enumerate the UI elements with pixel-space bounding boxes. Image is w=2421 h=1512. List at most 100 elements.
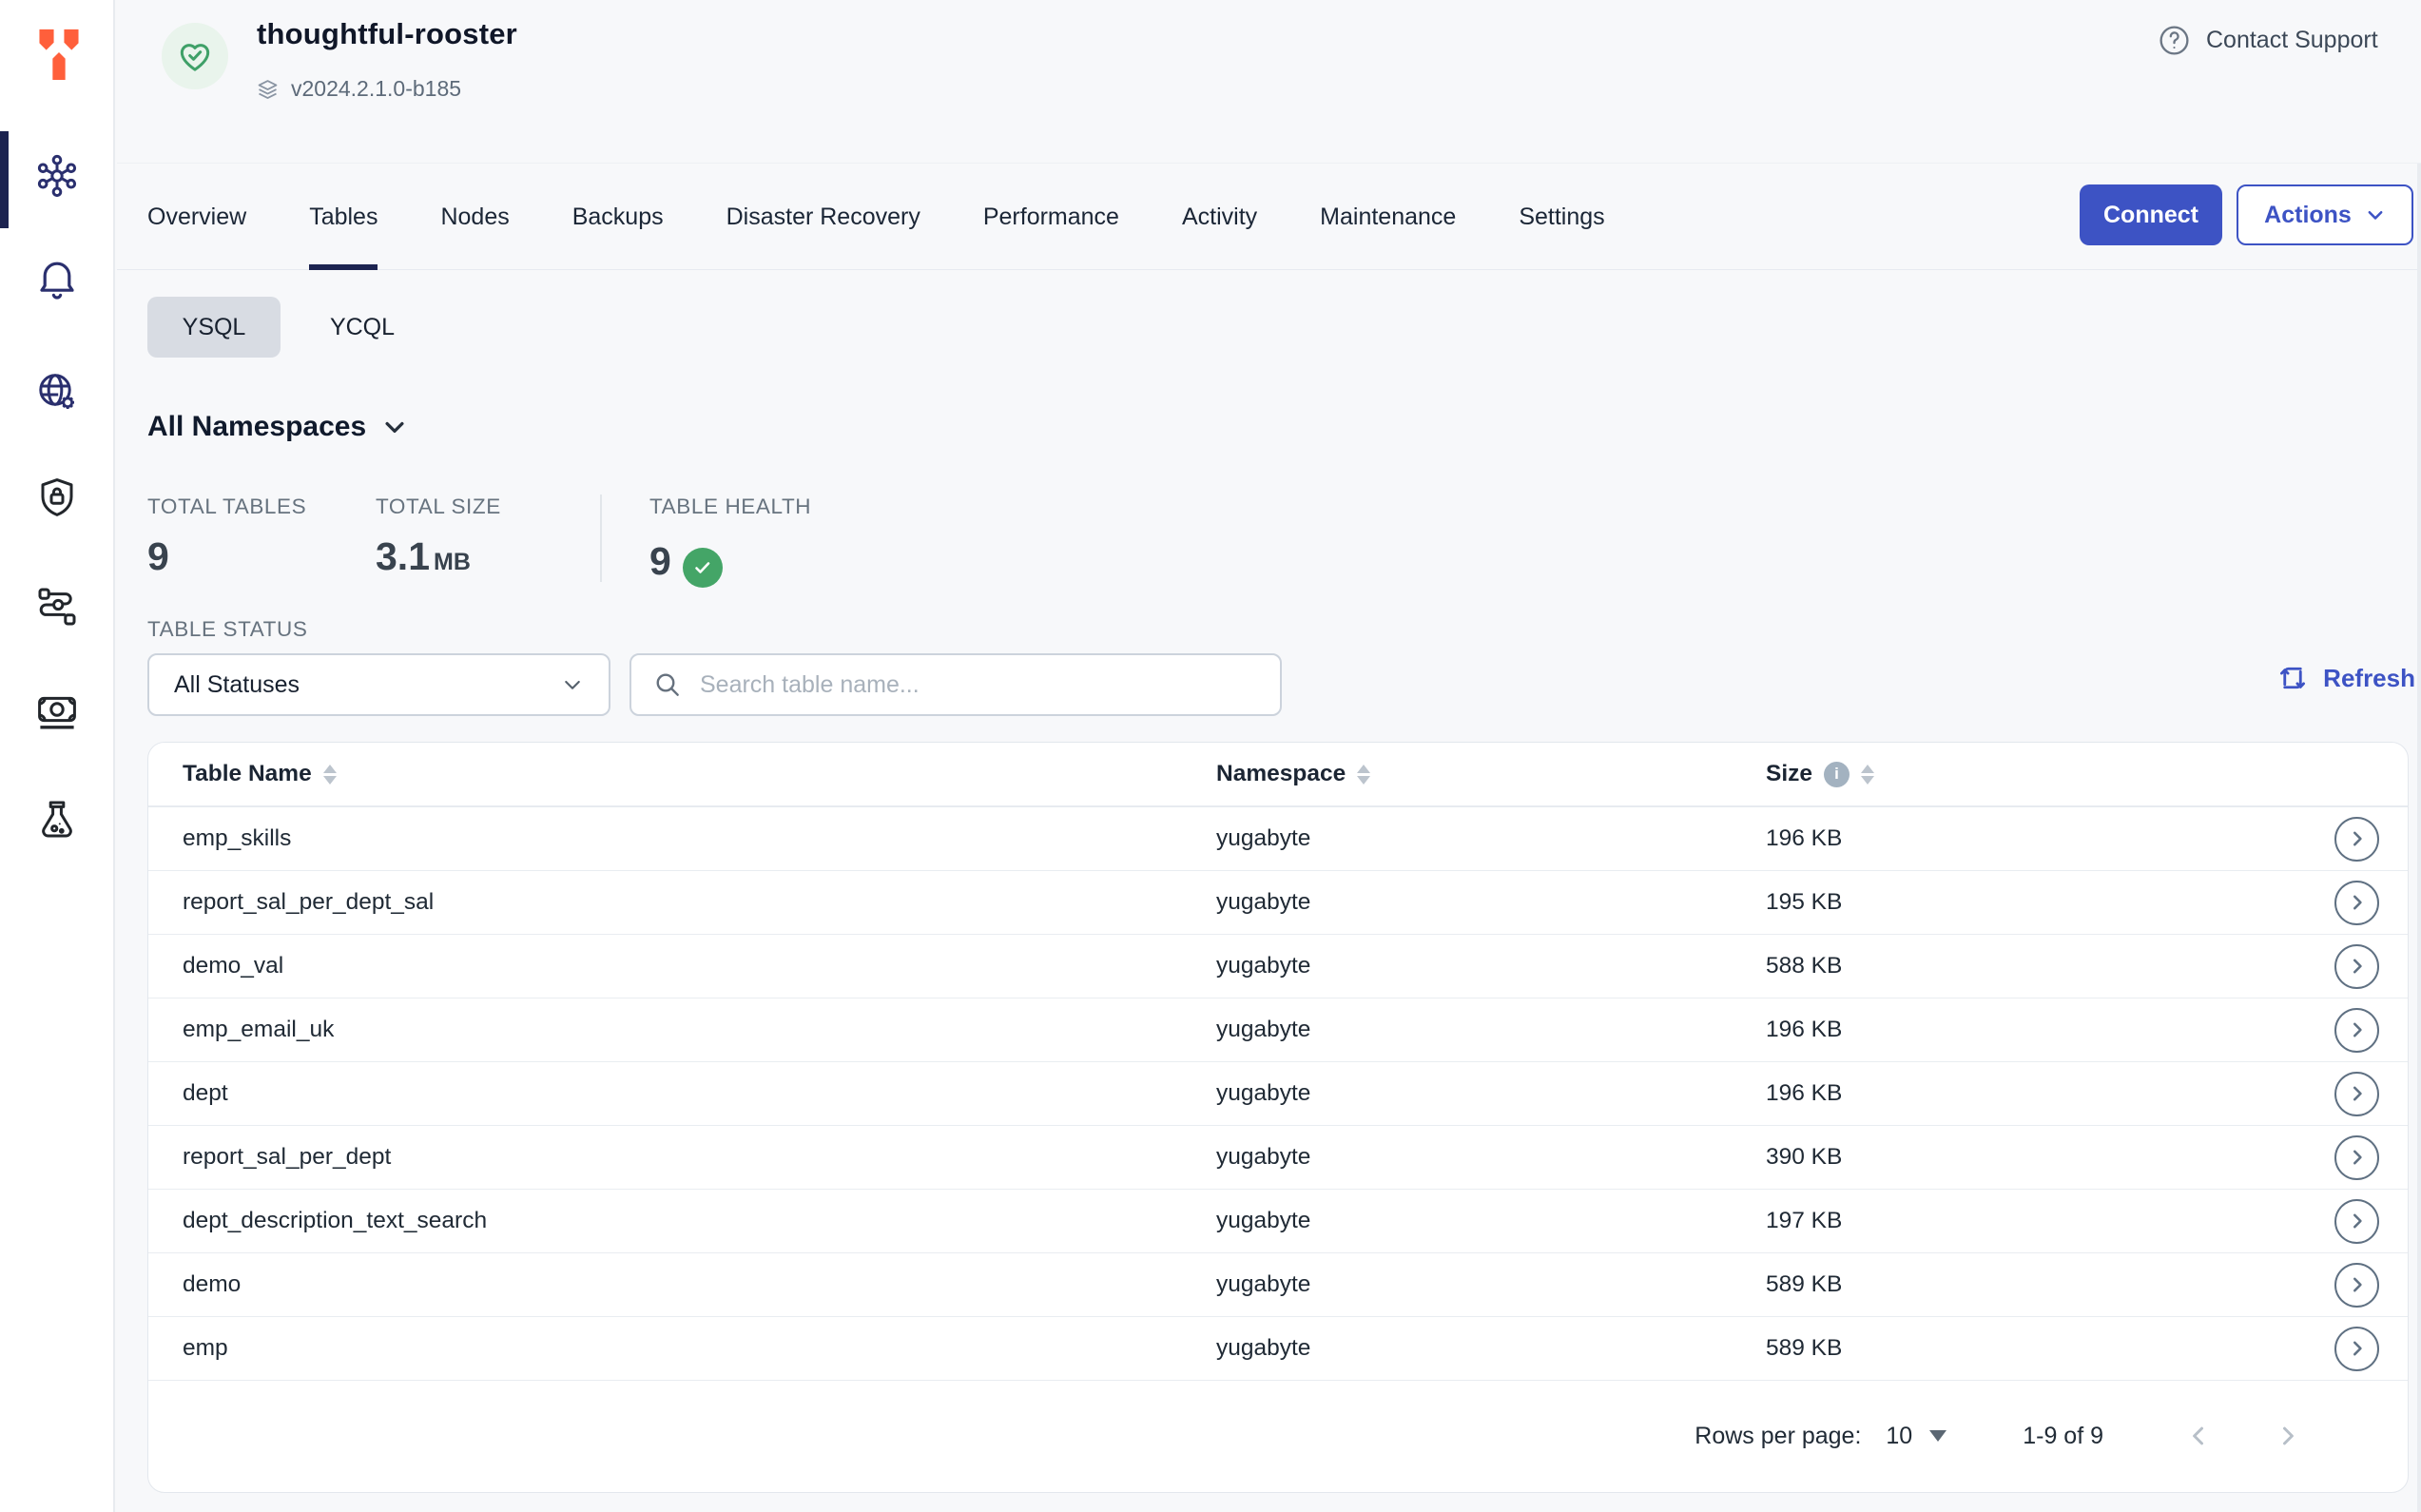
sidebar-item-integrations[interactable]	[0, 563, 113, 650]
shield-lock-icon	[34, 475, 80, 520]
column-header-namespace[interactable]: Namespace	[1216, 761, 1766, 787]
bell-icon	[34, 257, 80, 302]
globe-gear-icon	[34, 369, 80, 415]
cell-namespace: yugabyte	[1216, 1080, 1766, 1107]
rows-per-page-label: Rows per page:	[1695, 1423, 1861, 1450]
cell-size: 588 KB	[1766, 953, 2265, 979]
row-chevron-right-icon[interactable]	[2334, 1072, 2379, 1116]
namespace-dropdown-label: All Namespaces	[147, 411, 366, 443]
sort-icon[interactable]	[323, 765, 337, 785]
namespace-dropdown[interactable]: All Namespaces	[147, 411, 408, 443]
sort-icon[interactable]	[1861, 765, 1874, 785]
table-row[interactable]: emp_skills yugabyte 196 KB	[148, 807, 2408, 871]
table-status-label: TABLE STATUS	[147, 617, 307, 642]
row-chevron-right-icon[interactable]	[2334, 817, 2379, 862]
actions-button[interactable]: Actions	[2237, 184, 2413, 245]
flask-icon	[34, 797, 80, 843]
table-row[interactable]: dept yugabyte 196 KB	[148, 1062, 2408, 1126]
column-header-size[interactable]: Size i	[1766, 761, 2265, 787]
workflow-icon	[34, 584, 80, 630]
tab-tables[interactable]: Tables	[309, 164, 378, 270]
row-chevron-right-icon[interactable]	[2334, 944, 2379, 989]
cell-size: 196 KB	[1766, 825, 2265, 852]
stat-value: 9	[649, 539, 671, 584]
stat-label: TOTAL SIZE	[376, 494, 600, 519]
tab-maintenance[interactable]: Maintenance	[1320, 164, 1456, 270]
api-toggle: YSQL YCQL	[147, 297, 429, 358]
row-chevron-right-icon[interactable]	[2334, 1199, 2379, 1244]
contact-support-button[interactable]: Contact Support	[2157, 23, 2378, 58]
table-row[interactable]: emp_email_uk yugabyte 196 KB	[148, 998, 2408, 1062]
cluster-health-badge	[162, 23, 228, 89]
stat-total-tables: TOTAL TABLES 9	[147, 494, 376, 588]
status-filter-select[interactable]: All Statuses	[147, 653, 610, 716]
pagination-buttons	[2185, 1423, 2301, 1449]
chevron-down-icon	[381, 414, 408, 440]
stat-label: TOTAL TABLES	[147, 494, 376, 519]
actions-label: Actions	[2264, 202, 2352, 229]
cluster-version: v2024.2.1.0-b185	[255, 76, 461, 102]
tab-nodes[interactable]: Nodes	[440, 164, 509, 270]
cell-namespace: yugabyte	[1216, 825, 1766, 852]
table-row[interactable]: dept_description_text_search yugabyte 19…	[148, 1190, 2408, 1253]
cell-namespace: yugabyte	[1216, 1144, 1766, 1171]
table-row[interactable]: emp yugabyte 589 KB	[148, 1317, 2408, 1381]
row-chevron-right-icon[interactable]	[2334, 1263, 2379, 1308]
yugabyte-logo-icon[interactable]	[31, 25, 87, 84]
scrollbar-track[interactable]	[2417, 164, 2421, 1512]
tab-activity[interactable]: Activity	[1182, 164, 1257, 270]
cell-namespace: yugabyte	[1216, 1335, 1766, 1362]
table-row[interactable]: demo yugabyte 589 KB	[148, 1253, 2408, 1317]
row-chevron-right-icon[interactable]	[2334, 1327, 2379, 1371]
sort-icon[interactable]	[1357, 765, 1370, 785]
rows-per-page-select[interactable]: 10	[1886, 1423, 1946, 1450]
layers-icon	[255, 76, 281, 102]
page-title: thoughtful-rooster	[257, 17, 517, 51]
next-page-button[interactable]	[2275, 1423, 2301, 1449]
chevron-down-icon	[2365, 204, 2386, 225]
table-row[interactable]: report_sal_per_dept yugabyte 390 KB	[148, 1126, 2408, 1190]
sidebar-item-billing[interactable]	[0, 668, 113, 755]
tab-disaster-recovery[interactable]: Disaster Recovery	[726, 164, 920, 270]
tab-backups[interactable]: Backups	[572, 164, 664, 270]
cell-table-name: dept	[183, 1080, 1216, 1107]
sidebar-item-security[interactable]	[0, 454, 113, 541]
sidebar-item-labs[interactable]	[0, 776, 113, 863]
connect-button[interactable]: Connect	[2080, 184, 2222, 245]
health-check-icon	[683, 548, 723, 588]
tab-overview[interactable]: Overview	[147, 164, 246, 270]
column-header-table-name[interactable]: Table Name	[183, 761, 1216, 787]
tab-performance[interactable]: Performance	[983, 164, 1119, 270]
cell-table-name: report_sal_per_dept_sal	[183, 889, 1216, 916]
refresh-button[interactable]: Refresh	[2276, 661, 2415, 695]
cell-table-name: demo	[183, 1271, 1216, 1298]
version-label: v2024.2.1.0-b185	[291, 76, 461, 102]
previous-page-button[interactable]	[2185, 1423, 2212, 1449]
cell-table-name: demo_val	[183, 953, 1216, 979]
cell-namespace: yugabyte	[1216, 953, 1766, 979]
row-chevron-right-icon[interactable]	[2334, 1135, 2379, 1180]
column-label: Table Name	[183, 761, 312, 787]
row-chevron-right-icon[interactable]	[2334, 1008, 2379, 1053]
cell-size: 589 KB	[1766, 1271, 2265, 1298]
search-input[interactable]	[700, 671, 1259, 699]
table-row[interactable]: report_sal_per_dept_sal yugabyte 195 KB	[148, 871, 2408, 935]
sidebar-item-alerts[interactable]	[0, 236, 113, 323]
tab-settings[interactable]: Settings	[1519, 164, 1604, 270]
search-icon	[652, 669, 683, 700]
tabs: Overview Tables Nodes Backups Disaster R…	[147, 164, 1605, 270]
stats-divider	[600, 494, 602, 582]
table-row[interactable]: demo_val yugabyte 588 KB	[148, 935, 2408, 998]
contact-support-label: Contact Support	[2206, 27, 2378, 54]
row-chevron-right-icon[interactable]	[2334, 881, 2379, 925]
column-label: Namespace	[1216, 761, 1346, 787]
cell-namespace: yugabyte	[1216, 889, 1766, 916]
stat-table-health: TABLE HEALTH 9	[649, 494, 811, 588]
info-icon[interactable]: i	[1824, 762, 1850, 787]
sidebar-item-cluster[interactable]	[0, 132, 113, 220]
pagination-range: 1-9 of 9	[2023, 1423, 2103, 1450]
refresh-icon	[2276, 661, 2310, 695]
sidebar-item-regions[interactable]	[0, 348, 113, 436]
toggle-ysql[interactable]: YSQL	[147, 297, 281, 358]
toggle-ycql[interactable]: YCQL	[296, 297, 429, 358]
